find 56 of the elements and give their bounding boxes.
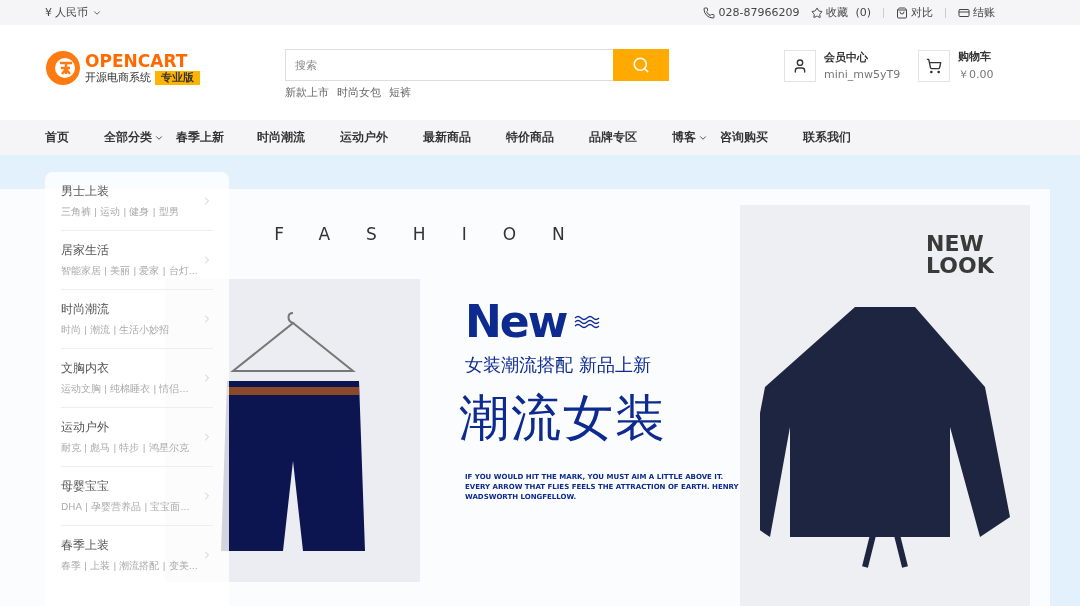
currency-selector[interactable]: ¥ 人民币	[45, 5, 102, 20]
cart-total: ￥0.00	[958, 67, 995, 82]
nav-link[interactable]: 博客	[672, 130, 708, 145]
nav-link[interactable]: 最新商品	[423, 130, 471, 145]
banner-heading: FASHION	[274, 224, 601, 244]
category-subtitles: 耐克 | 彪马 | 特步 | 鸿星尔克	[61, 442, 189, 455]
nav-link[interactable]: 联系我们	[803, 130, 851, 145]
top-link[interactable]: 收藏 (0)	[826, 5, 871, 20]
category-title[interactable]: 春季上装	[61, 537, 198, 554]
user-icon	[792, 57, 808, 74]
category-title[interactable]: 时尚潮流	[61, 301, 170, 318]
account-button[interactable]	[784, 49, 816, 82]
logo-name: OPENCART	[85, 51, 189, 71]
category-title[interactable]: 男士上装	[61, 183, 179, 200]
top-link[interactable]: 对比	[911, 5, 933, 20]
category-title[interactable]: 母婴宝宝	[61, 478, 190, 495]
banner-new-title: New	[465, 297, 567, 347]
star-icon	[811, 6, 824, 19]
search-icon	[632, 56, 650, 74]
category-subtitles: 春季 | 上装 | 潮流搭配 | 变美...	[61, 560, 198, 573]
category-title[interactable]: 文胸内衣	[61, 360, 189, 377]
logo-tagline: 开源电商系统	[85, 71, 151, 85]
category-subtitles: 运动文胸 | 纯棉睡衣 | 情侣...	[61, 383, 189, 396]
phone-icon	[703, 6, 716, 19]
search-field[interactable]: 搜索	[285, 49, 613, 81]
card-icon	[958, 6, 970, 19]
banner-title: 潮流女装	[459, 388, 668, 449]
nav-link[interactable]: 咨询购买	[720, 130, 768, 145]
banner-subtitle: 女装潮流搭配 新品上新	[465, 353, 652, 377]
category-subtitles: 智能家居 | 美丽 | 爱家 | 台灯...	[61, 265, 198, 278]
hot-search-link[interactable]: 时尚女包	[337, 85, 381, 100]
category-subtitles: 三角裤 | 运动 | 健身 | 型男	[61, 206, 179, 219]
category-subtitles: DHA | 孕婴营养品 | 宝宝面...	[61, 501, 190, 514]
category-subtitles: 时尚 | 潮流 | 生活小妙招	[61, 324, 170, 337]
nav-link[interactable]: 时尚潮流	[257, 130, 305, 145]
nav-link[interactable]: 首页	[45, 130, 69, 145]
cart-icon	[926, 57, 942, 74]
cart-title[interactable]: 购物车	[958, 49, 1044, 64]
nav-link[interactable]: 全部分类	[104, 130, 164, 145]
bag-icon	[896, 6, 908, 19]
nav-link[interactable]: 运动户外	[340, 130, 388, 145]
nav-link[interactable]: 品牌专区	[589, 130, 637, 145]
hot-search-link[interactable]: 短裤	[389, 85, 411, 100]
nav-link[interactable]: 特价商品	[506, 130, 554, 145]
username: mini_mw5yT9	[824, 68, 902, 81]
category-title[interactable]: 居家生活	[61, 242, 198, 259]
logo-icon	[45, 50, 81, 86]
nav-link[interactable]: 春季上新	[176, 130, 224, 145]
photo-caption: NEW LOOK	[926, 233, 995, 277]
top-link[interactable]: 结账	[973, 5, 995, 20]
cart-button[interactable]	[918, 49, 950, 82]
edition-badge: 专业版	[155, 71, 200, 85]
account-title[interactable]: 会员中心	[824, 50, 910, 65]
category-title[interactable]: 运动户外	[61, 419, 189, 436]
phone-number: 028-87966209	[718, 6, 800, 19]
hot-search-link[interactable]: 新款上市	[285, 85, 329, 100]
